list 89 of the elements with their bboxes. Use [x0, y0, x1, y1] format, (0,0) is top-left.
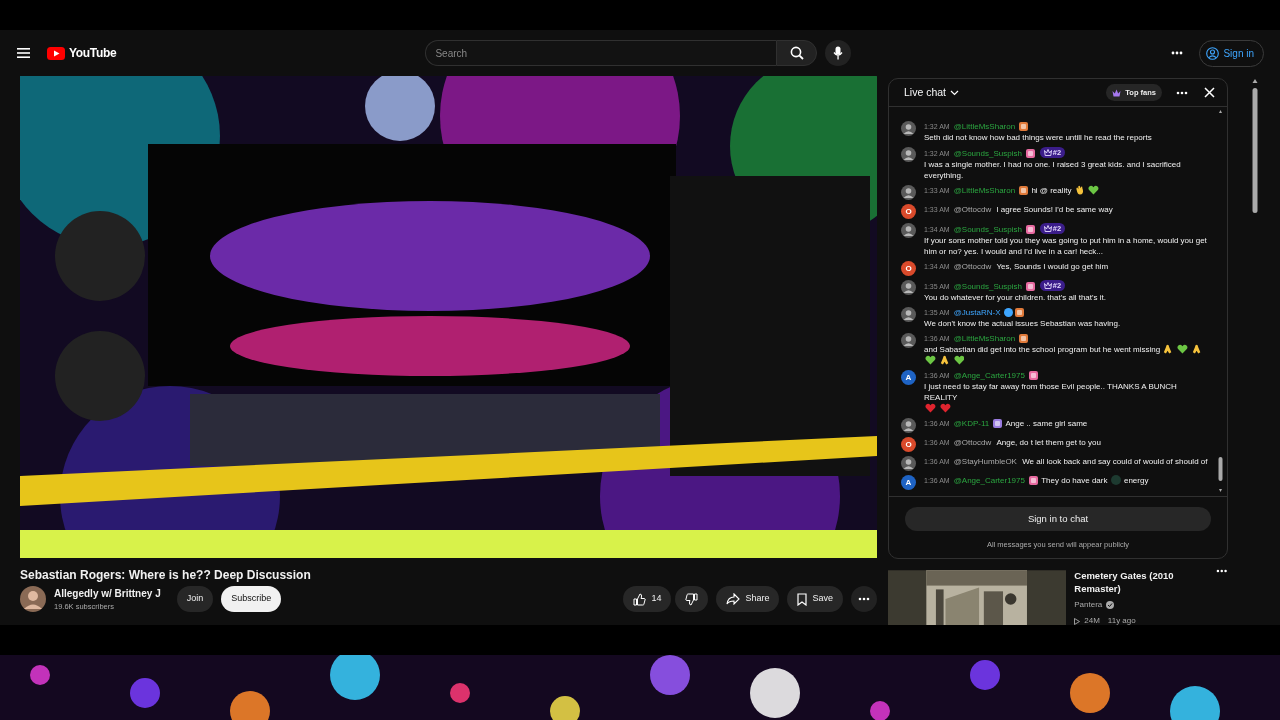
microphone-icon [833, 46, 844, 60]
like-button[interactable]: 14 [623, 586, 672, 613]
search-field[interactable]: Search [425, 40, 777, 66]
share-icon [726, 593, 741, 606]
username[interactable]: @StayHumbleOK [953, 457, 1017, 466]
username[interactable]: @Ottocdw [953, 262, 992, 271]
crown-icon [1043, 282, 1052, 289]
user-avatar [901, 223, 916, 238]
praying-hands-icon [940, 355, 950, 365]
username[interactable]: @Ottocdw [953, 205, 992, 214]
username[interactable]: @Ottocdw [953, 438, 992, 447]
chevron-down-icon [950, 89, 960, 96]
crown-icon [1043, 149, 1052, 156]
bookmark-icon [797, 592, 808, 606]
verified-badge-icon [1004, 308, 1014, 317]
user-avatar: A [901, 475, 916, 490]
message-text: Seth did not know how bad things were untill he read the reports [924, 132, 1152, 143]
user-avatar: A [901, 370, 916, 385]
message-text: You do whatever for your children. that's all that's it. [924, 292, 1106, 303]
youtube-logo-icon[interactable] [47, 46, 65, 60]
username[interactable]: @Sounds_Suspish [953, 225, 1022, 234]
message-text: I was a single mother. I had no one. I raised 3 great kids. and I sacrificed everything. [924, 159, 1182, 181]
search-button[interactable] [776, 40, 818, 66]
username[interactable]: @LittleMsSharon [953, 186, 1016, 195]
user-avatar: O [901, 204, 916, 219]
crown-icon [1112, 88, 1122, 97]
user-avatar [901, 333, 916, 348]
praying-hands-icon [1191, 344, 1202, 354]
video-title: Sebastian Rogers: Where is he?? Deep Discussion [20, 568, 312, 582]
username[interactable]: @Sounds_Suspish [953, 282, 1022, 291]
user-avatar [901, 280, 916, 295]
more-icon[interactable] [1216, 569, 1228, 573]
upload-age: 11y ago [1107, 615, 1136, 625]
user-avatar [901, 147, 916, 162]
message-text: and Sabastian did get into the school program but he went missing [924, 344, 1161, 355]
view-count: 24M [1084, 615, 1100, 625]
user-avatar: O [901, 437, 916, 452]
thumbs-up-icon [633, 592, 647, 606]
message-text: Ange .. same girl same [1005, 418, 1088, 429]
message-text: We don't know the actual issues Sebastian was having. [924, 318, 1121, 329]
username[interactable]: @KDP-11 [953, 419, 990, 428]
account-icon [1206, 46, 1220, 60]
username[interactable]: @LittleMsSharon [953, 122, 1016, 131]
user-avatar [901, 418, 916, 433]
user-avatar: O [901, 261, 916, 276]
orb-icon [1110, 475, 1121, 485]
channel-name[interactable]: Pantera [1074, 599, 1103, 611]
crown-icon [1043, 225, 1052, 232]
message-text: I just need to stay far away from those Evil people.. THANKS A BUNCH REALITY [924, 381, 1178, 403]
username[interactable]: @JustaRN-X [953, 308, 1001, 317]
channel-avatar[interactable] [20, 586, 46, 613]
channel-name[interactable]: Allegedly w/ Brittney J [54, 586, 161, 601]
username[interactable]: @Ange_Carter1975 [953, 476, 1025, 485]
microphone-button[interactable] [825, 40, 852, 66]
save-button[interactable]: Save [787, 586, 843, 613]
message-text: energy [1123, 475, 1149, 486]
more-icon [858, 597, 870, 602]
dislike-button[interactable] [675, 586, 709, 613]
more-icon[interactable] [1176, 90, 1188, 95]
live-chat-dropdown[interactable]: Live chat [904, 84, 960, 101]
subscribe-button[interactable]: Subscribe [221, 586, 282, 613]
sign-in-to-chat-button[interactable]: Sign in to chat [905, 507, 1211, 532]
user-avatar [901, 121, 916, 136]
waving-hand-icon [1074, 185, 1084, 195]
message-text: We all look back and say could of would of should of [1022, 456, 1208, 467]
message-text: Ange, do t let them get to you [996, 437, 1101, 448]
more-icon[interactable] [1171, 51, 1184, 55]
search-icon [789, 46, 804, 60]
verified-icon [1106, 601, 1115, 609]
praying-hands-icon [1163, 344, 1173, 354]
username[interactable]: @Sounds_Suspish [953, 149, 1022, 158]
message-text: hi @ reality [1031, 185, 1072, 196]
username[interactable]: @Ange_Carter1975 [953, 371, 1025, 380]
username[interactable]: @LittleMsSharon [953, 334, 1016, 343]
menu-icon[interactable] [17, 47, 31, 59]
video-title[interactable]: Cemetery Gates (2010 Remaster) [1074, 569, 1217, 595]
close-icon[interactable] [1204, 87, 1215, 98]
thumbs-down-icon [685, 592, 699, 606]
user-avatar [901, 307, 916, 322]
message-text: If your sons mother told you they was going to put him in a home, would you get him or no? yes. I would and I'd live in a car! heck... [924, 235, 1208, 257]
user-avatar [901, 185, 916, 200]
play-icon [1074, 617, 1081, 625]
message-text: Yes, Sounds I would go get him [996, 261, 1109, 272]
logo-text[interactable]: YouTube [69, 44, 117, 62]
message-text: I agree Sounds! I'd be same way [996, 204, 1113, 215]
join-button[interactable]: Join [176, 586, 214, 613]
user-avatar [901, 456, 916, 471]
share-button[interactable]: Share [716, 586, 780, 613]
message-text: They do have dark [1041, 475, 1108, 486]
